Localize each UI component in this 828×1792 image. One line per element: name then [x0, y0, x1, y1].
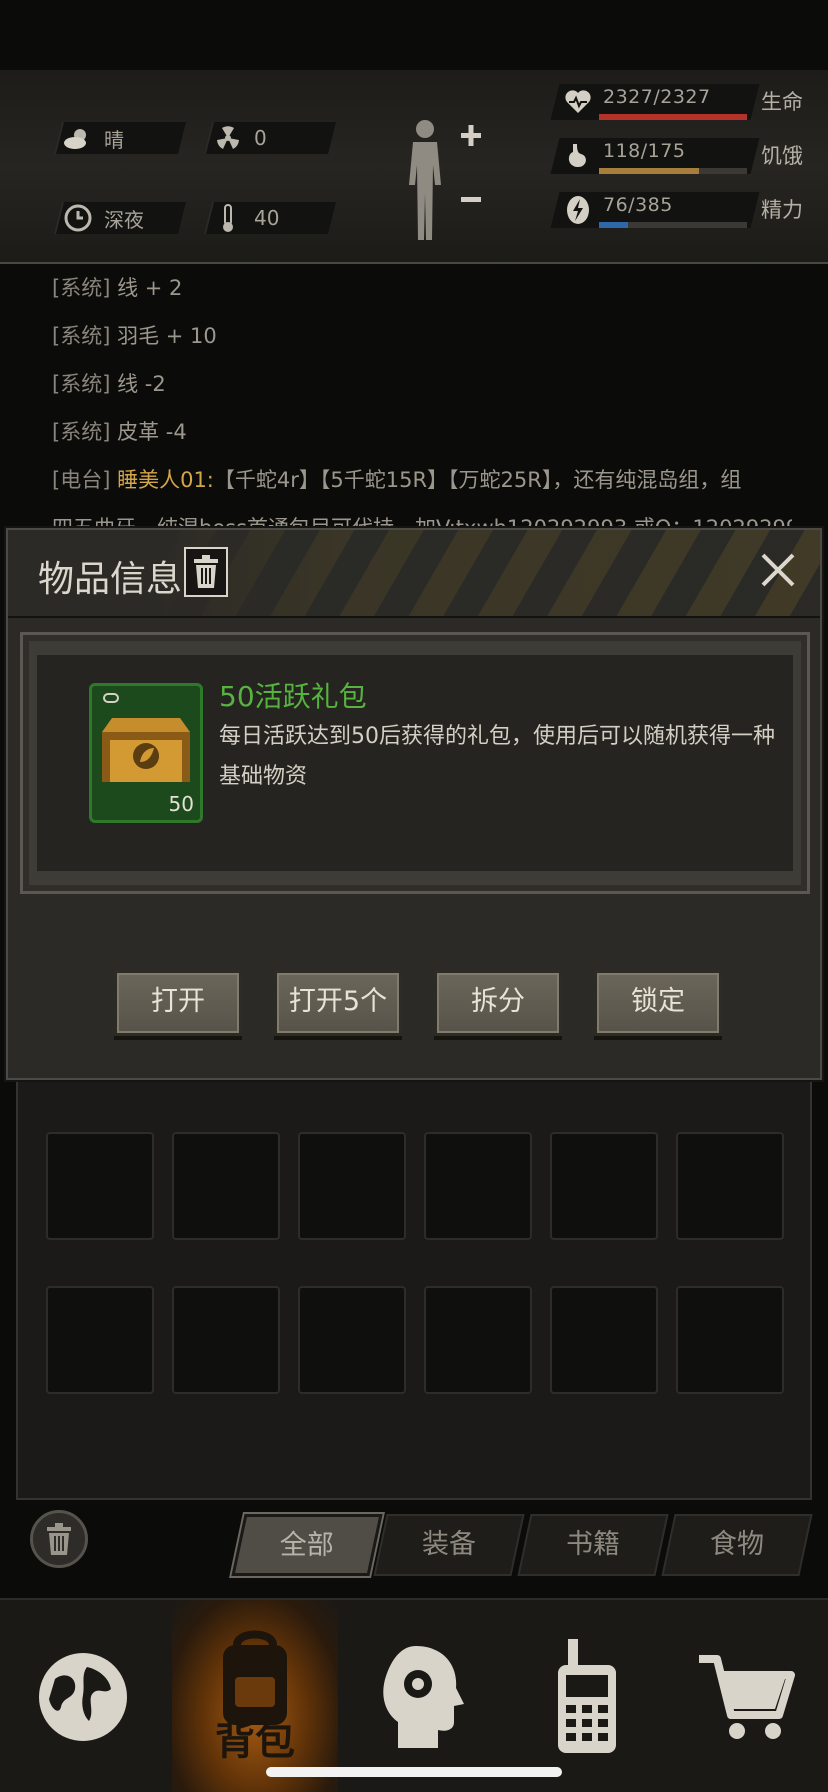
inventory-slot[interactable]: [172, 1132, 280, 1240]
time-value: 深夜: [104, 207, 144, 232]
nav-backpack[interactable]: 背包: [172, 1600, 338, 1792]
radiation-stat: 0: [204, 122, 336, 154]
vital-hunger: 118/175 饥饿: [550, 138, 805, 178]
item-description: 每日活跃达到50后获得的礼包，使用后可以随机获得一种基础物资: [219, 724, 775, 789]
inventory-slot[interactable]: [424, 1132, 532, 1240]
weather-stat: 晴: [54, 122, 186, 154]
health-bar: [599, 114, 747, 120]
globe-icon: [39, 1653, 127, 1741]
nav-radio[interactable]: [504, 1600, 670, 1792]
cloud-sun-icon: [60, 122, 96, 154]
log-line: [系统] 线 -2: [52, 372, 166, 396]
body-status-button[interactable]: [395, 115, 485, 245]
split-button[interactable]: 拆分: [434, 970, 562, 1036]
lightning-icon: [563, 194, 593, 226]
link-icon: [103, 693, 119, 703]
vital-health: 2327/2327 生命: [550, 84, 805, 124]
tab-all[interactable]: 全部: [231, 1514, 383, 1576]
radiation-icon: [210, 122, 246, 154]
inventory-slot[interactable]: [46, 1132, 154, 1240]
lock-button[interactable]: 锁定: [594, 970, 722, 1036]
nav-backpack-label: 背包: [215, 1718, 295, 1764]
weather-value: 晴: [104, 127, 124, 152]
heart-icon: [563, 86, 593, 118]
log-line: [系统] 线 + 2: [52, 276, 183, 300]
close-button[interactable]: [752, 544, 804, 596]
health-value: 2327/2327: [603, 86, 711, 108]
shopping-cart-icon: [699, 1655, 795, 1739]
discard-item-button[interactable]: [184, 547, 228, 597]
radiation-value: 0: [254, 126, 267, 150]
vital-energy: 76/385 精力: [550, 192, 805, 232]
item-info-modal: 物品信息 50 50活跃礼包 每日活跃达到50后获得的礼包，使用后可以随机获得一…: [6, 528, 822, 1080]
temperature-value: 40: [254, 206, 280, 230]
modal-header: 物品信息: [8, 530, 820, 618]
log-line: [电台] 睡美人01:【千蛇4r】【5千蛇15R】【万蛇25R】，还有纯混岛组，…: [52, 468, 742, 492]
inventory-slot[interactable]: [46, 1286, 154, 1394]
health-label: 生命: [761, 90, 803, 114]
inventory-slot[interactable]: [298, 1132, 406, 1240]
tab-equipment[interactable]: 装备: [373, 1514, 525, 1576]
clock-icon: [60, 202, 96, 234]
radio-icon: [558, 1639, 616, 1753]
bottom-nav: 背包: [0, 1598, 828, 1792]
energy-value: 76/385: [603, 194, 673, 216]
bulk-discard-button[interactable]: [30, 1510, 88, 1568]
time-stat: 深夜: [54, 202, 186, 234]
stomach-icon: [563, 140, 593, 172]
temperature-stat: 40: [204, 202, 336, 234]
item-count: 50: [168, 792, 194, 816]
hunger-label: 饥饿: [761, 144, 803, 168]
inventory-slot[interactable]: [424, 1286, 532, 1394]
log-line: [系统] 羽毛 + 10: [52, 324, 217, 348]
close-icon: [761, 553, 795, 587]
nav-shop[interactable]: [662, 1600, 828, 1792]
tab-books[interactable]: 书籍: [517, 1514, 669, 1576]
energy-label: 精力: [761, 198, 803, 222]
trash-icon: [47, 1523, 71, 1555]
filter-tabbar: 全部 装备 书籍 食物: [0, 1510, 828, 1590]
nav-skills[interactable]: [338, 1600, 504, 1792]
inventory-slot[interactable]: [676, 1286, 784, 1394]
nav-map[interactable]: [0, 1600, 166, 1792]
inventory-slot[interactable]: [298, 1286, 406, 1394]
message-log[interactable]: [系统] 线 + 2 [系统] 羽毛 + 10 [系统] 线 -2 [系统] 皮…: [52, 272, 792, 540]
home-indicator[interactable]: [266, 1767, 562, 1777]
item-slot[interactable]: 50: [89, 683, 203, 823]
head-gear-icon: [383, 1646, 464, 1748]
human-body-icon: [409, 120, 481, 240]
thermometer-icon: [210, 202, 246, 234]
inventory-slot[interactable]: [550, 1286, 658, 1394]
log-line: [系统] 皮革 -4: [52, 420, 187, 444]
modal-title: 物品信息: [38, 559, 183, 600]
open-five-button[interactable]: 打开5个: [274, 970, 402, 1036]
energy-bar: [599, 222, 629, 228]
status-bar: 晴 0 深夜 40 2327/2327 生命 118/175 饥饿 76/385…: [0, 70, 828, 264]
inventory-slot[interactable]: [676, 1132, 784, 1240]
open-button[interactable]: 打开: [114, 970, 242, 1036]
hunger-bar: [599, 168, 699, 174]
inventory-slot[interactable]: [172, 1286, 280, 1394]
trash-icon: [194, 555, 218, 588]
item-detail-panel: 50 50活跃礼包 每日活跃达到50后获得的礼包，使用后可以随机获得一种基础物资: [20, 632, 810, 894]
hunger-value: 118/175: [603, 140, 686, 162]
tab-food[interactable]: 食物: [661, 1514, 813, 1576]
item-name: 50活跃礼包: [219, 680, 367, 713]
inventory-slot[interactable]: [550, 1132, 658, 1240]
